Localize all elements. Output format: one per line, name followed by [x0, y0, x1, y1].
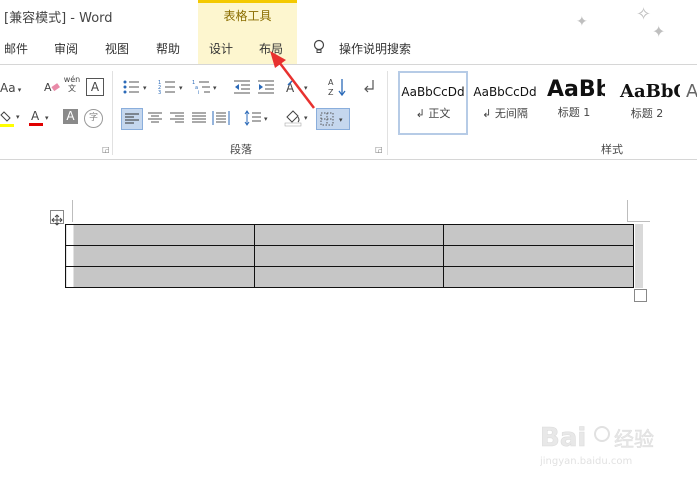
style-name: ↲ 无间隔 [482, 107, 528, 120]
table-resize-handle[interactable] [634, 289, 647, 302]
style-sample: AaBb [547, 77, 605, 102]
enclose-char-label: 字 [88, 113, 98, 123]
svg-text:▾: ▾ [213, 84, 217, 92]
document-table[interactable] [65, 224, 634, 288]
svg-text:A: A [44, 81, 52, 94]
style-heading-2[interactable]: AaBbC 标题 2 [614, 71, 680, 135]
document-title: [兼容模式] - Word [4, 11, 113, 26]
table-row [65, 266, 634, 288]
svg-text:经验: 经验 [614, 427, 654, 451]
ribbon-tabs: 邮件 审阅 视图 帮助 设计 布局 操作说明搜索 [0, 32, 697, 62]
style-name: ↲ 正文 [415, 107, 451, 120]
svg-text:Bai: Bai [540, 423, 586, 453]
svg-text:Z: Z [328, 88, 334, 97]
change-case-button[interactable]: Aa ▾ [0, 79, 28, 97]
table-cell[interactable] [443, 245, 634, 267]
group-separator [387, 71, 388, 155]
paragraph-dialog-launcher-icon[interactable]: ◲ [375, 145, 383, 154]
svg-text:▾: ▾ [179, 84, 183, 92]
title-bar: [兼容模式] - Word 表格工具 ✦ ✧ ✦ [0, 0, 697, 41]
table-cell[interactable] [253, 245, 445, 267]
chevron-down-icon: ▾ [45, 114, 49, 122]
margin-mark [627, 200, 628, 222]
style-name: 标题 2 [630, 107, 664, 120]
tell-me-search[interactable]: 操作说明搜索 [339, 40, 411, 57]
table-row [65, 245, 634, 267]
svg-text:jingyan.baidu.com: jingyan.baidu.com [540, 456, 632, 467]
svg-text:▾: ▾ [304, 114, 308, 122]
show-formatting-marks-icon[interactable] [360, 77, 380, 95]
tab-view[interactable]: 视图 [105, 40, 129, 57]
font-color-bar [29, 123, 43, 126]
tab-review[interactable]: 审阅 [54, 40, 78, 57]
phonetic-bottom: 文 [68, 84, 76, 93]
baidu-jingyan-watermark: Bai 经验 jingyan.baidu.com [539, 410, 660, 470]
character-border-button[interactable]: A [86, 78, 104, 96]
svg-text:▾: ▾ [143, 84, 147, 92]
svg-text:3: 3 [158, 90, 161, 95]
table-tools-context-header: 表格工具 [198, 0, 297, 30]
style-sample: AaBbCcDd [401, 85, 465, 99]
phonetic-top: wén [63, 75, 81, 84]
table-cell[interactable] [443, 224, 634, 246]
group-separator [112, 71, 113, 155]
table-row [65, 224, 634, 246]
style-normal[interactable]: AaBbCcDd ↲ 正文 [398, 71, 468, 135]
enclose-characters-button[interactable]: 字 [84, 109, 103, 128]
table-cell[interactable] [65, 245, 255, 267]
style-sample: A [686, 81, 697, 102]
style-name: 标题 1 [557, 106, 591, 119]
end-of-row-markers [635, 224, 643, 288]
align-right-icon[interactable] [167, 111, 187, 129]
clear-formatting-icon[interactable]: A [42, 79, 62, 97]
multilevel-list-button[interactable]: 1 a i ▾ [192, 79, 222, 97]
style-title-partial[interactable]: A [686, 71, 697, 135]
style-heading-1[interactable]: AaBb 标题 1 [543, 71, 605, 135]
change-case-label: Aa [0, 81, 16, 95]
phonetic-guide-button[interactable]: wén 文 [62, 75, 82, 93]
svg-text:▾: ▾ [16, 113, 20, 121]
style-no-spacing[interactable]: AaBbCcDd ↲ 无间隔 [470, 71, 540, 135]
style-sample: AaBbCcDd [473, 85, 537, 99]
table-cell[interactable] [443, 266, 634, 288]
table-move-handle[interactable] [50, 210, 64, 226]
font-color-button[interactable]: A ▾ [28, 109, 52, 127]
table-cell[interactable] [253, 224, 445, 246]
ribbon: Aa ▾ A wén 文 A ▾ A ▾ A 字 ◲ ▾ 1 2 3 ▾ 1 a i ▾ [0, 64, 697, 160]
justify-icon[interactable] [189, 111, 209, 129]
character-border-label: A [90, 80, 100, 94]
tab-help[interactable]: 帮助 [156, 40, 180, 57]
character-shading-label: A [66, 109, 75, 123]
svg-text:A: A [328, 78, 334, 87]
svg-text:▾: ▾ [264, 115, 268, 123]
line-spacing-button[interactable]: ▾ [244, 110, 272, 128]
tab-mailings[interactable]: 邮件 [4, 40, 28, 57]
paragraph-group-label: 段落 [230, 143, 252, 156]
sort-button[interactable]: AZ [328, 77, 348, 97]
distributed-align-icon[interactable] [211, 110, 231, 128]
table-tools-label: 表格工具 [223, 9, 272, 23]
highlight-color-button[interactable]: ▾ [0, 109, 22, 127]
numbering-button[interactable]: 1 2 3 ▾ [158, 79, 188, 97]
align-center-icon[interactable] [145, 111, 165, 129]
character-shading-button[interactable]: A [63, 109, 78, 124]
tab-table-design[interactable]: 设计 [209, 40, 233, 57]
bird-decoration-icon: ✦ [576, 14, 588, 30]
table-cell[interactable] [65, 224, 255, 246]
bird-decoration-icon: ✧ [636, 4, 652, 25]
styles-group-label: 样式 [601, 143, 623, 156]
font-dialog-launcher-icon[interactable]: ◲ [102, 145, 110, 154]
svg-text:i: i [198, 90, 199, 95]
svg-text:▾: ▾ [339, 116, 343, 124]
decrease-indent-icon[interactable] [232, 79, 252, 97]
style-sample: AaBbC [620, 81, 680, 102]
move-arrows-icon [51, 214, 63, 226]
table-cell[interactable] [65, 266, 255, 288]
align-left-button[interactable] [121, 108, 143, 130]
margin-mark [72, 200, 73, 222]
annotation-arrow-icon [270, 51, 315, 109]
table-cell[interactable] [253, 266, 445, 288]
bullets-button[interactable]: ▾ [122, 79, 152, 97]
margin-mark [628, 221, 650, 222]
